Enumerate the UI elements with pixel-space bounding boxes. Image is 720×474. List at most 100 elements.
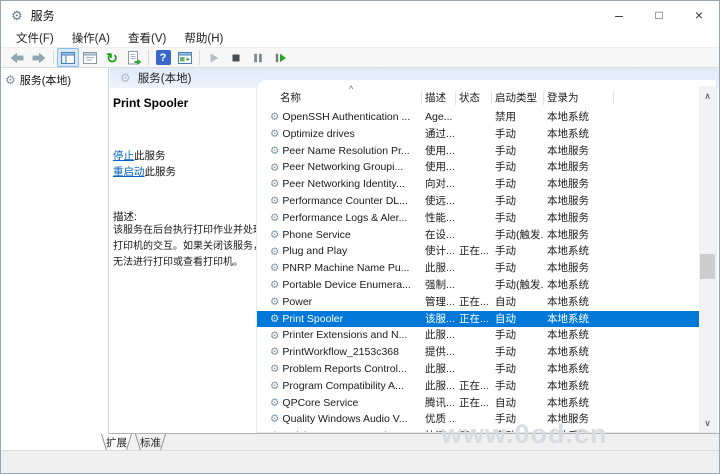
cell-startup-type: 自动	[492, 428, 544, 432]
stop-icon	[232, 54, 240, 61]
cell-startup-type: 手动	[495, 362, 516, 375]
cell-description: 性能...	[425, 211, 455, 224]
start-service-button[interactable]	[203, 48, 225, 67]
cell-logon-as: 本地服务	[547, 161, 589, 174]
toolbar-separator	[148, 50, 149, 65]
cell-startup-type: 手动	[495, 329, 516, 342]
service-gear-icon: ⚙	[270, 262, 280, 275]
show-console-tree-button[interactable]	[57, 48, 79, 67]
services-app-icon: ⚙	[11, 7, 23, 23]
table-row[interactable]: ⚙ Quality Windows Audio V... 优质 ... 手动 本地服务	[257, 411, 699, 428]
close-button[interactable]: ×	[679, 1, 719, 29]
extended-view-button[interactable]	[174, 48, 196, 67]
table-row[interactable]: ⚙ Peer Networking Identity... 向对... 手动 本地服务	[257, 176, 699, 193]
table-row[interactable]: ⚙ PrintWorkflow_2153c368 提供... 手动 本地系统	[257, 344, 699, 361]
cell-description: 该服...	[425, 312, 455, 325]
cell-service-name: ⚙ PrintWorkflow_2153c368	[257, 344, 422, 361]
tab-standard[interactable]: 标准	[134, 434, 167, 450]
refresh-button[interactable]: ↻	[101, 48, 123, 67]
restart-service-button[interactable]	[269, 48, 291, 67]
table-row[interactable]: ⚙ Printer Extensions and N... 此服... 手动 本地系统	[257, 327, 699, 344]
cell-logon-as: 本地系统	[547, 362, 589, 375]
menu-action[interactable]: 操作(A)	[63, 28, 119, 48]
stop-service-link[interactable]: 停止	[113, 150, 134, 162]
maximize-button[interactable]: □	[639, 1, 679, 29]
table-row[interactable]: ⚙ OpenSSH Authentication ... Age... 禁用 本地系统	[257, 109, 699, 126]
table-row[interactable]: ⚙ Problem Reports Control... 此服... 手动 本地系统	[257, 361, 699, 378]
table-row[interactable]: ⚙ Portable Device Enumera... 强制... 手动(触发...…	[257, 277, 699, 294]
table-row[interactable]: ⚙ QPCore Service 腾讯... 正在... 自动 本地系统	[257, 395, 699, 412]
menu-help[interactable]: 帮助(H)	[175, 28, 232, 48]
properties-icon	[83, 51, 97, 64]
scrollbar-thumb[interactable]	[700, 254, 715, 279]
column-header-logon-as[interactable]: 登录为	[544, 90, 614, 106]
scroll-down-button[interactable]: ∨	[699, 415, 716, 431]
stop-service-button[interactable]	[225, 48, 247, 67]
cell-service-name: ⚙ Phone Service	[257, 227, 422, 244]
back-button[interactable]	[6, 48, 28, 67]
header-gear-icon: ⚙	[120, 71, 131, 85]
pause-service-button[interactable]	[247, 48, 269, 67]
cell-description: 使用...	[425, 144, 455, 157]
table-row[interactable]: ⚙ Print Spooler 该服... 正在... 自动 本地系统	[257, 310, 699, 328]
service-gear-icon: ⚙	[270, 396, 280, 409]
table-row[interactable]: ⚙ Power 管理... 正在... 自动 本地系统	[257, 294, 699, 311]
properties-button[interactable]	[79, 48, 101, 67]
scroll-up-button[interactable]: ∧	[699, 88, 716, 104]
cell-service-name: ⚙ Peer Networking Identity...	[257, 176, 422, 193]
service-name-text: Quality Windows Audio V...	[282, 413, 408, 426]
export-list-button[interactable]	[123, 48, 145, 67]
cell-startup-type: 手动(触发...	[495, 278, 544, 291]
table-row[interactable]: ⚙ Plug and Play 使计... 正在... 手动 本地系统	[257, 243, 699, 260]
column-header-status[interactable]: 状态	[456, 90, 492, 106]
table-row[interactable]: ⚙ Peer Networking Groupi... 使用... 手动 本地服务	[257, 159, 699, 176]
minimize-button[interactable]: –	[599, 1, 639, 29]
menu-file[interactable]: 文件(F)	[7, 28, 63, 48]
menu-view[interactable]: 查看(V)	[119, 28, 175, 48]
cell-status: 正在...	[459, 312, 489, 325]
table-row[interactable]: ⚙ Performance Counter DL... 使远... 手动 本地服务	[257, 193, 699, 210]
table-row[interactable]: ⚙ Program Compatibility A... 此服... 正在... 手动本…	[257, 378, 699, 395]
service-gear-icon: ⚙	[270, 161, 280, 174]
cell-startup-type: 自动	[495, 295, 516, 308]
table-row[interactable]: ⚙ Performance Logs & Aler... 性能... 手动 本地服务	[257, 210, 699, 227]
cell-description: 管理...	[425, 295, 455, 308]
cell-logon-as: 本地系统	[547, 346, 589, 359]
service-name-text: PNRP Machine Name Pu...	[282, 262, 410, 275]
column-header-startup-type[interactable]: 启动类型	[492, 90, 544, 106]
cell-service-name: ⚙ Performance Counter DL...	[257, 193, 422, 210]
cell-logon-as: 本地系统	[547, 245, 589, 258]
vertical-scrollbar[interactable]: ∧ ∨	[699, 86, 716, 432]
cell-startup-type: 手动	[495, 346, 516, 359]
cell-service-name: ⚙ OpenSSH Authentication ...	[257, 109, 422, 126]
play-icon	[210, 53, 219, 62]
tree-item-services-local[interactable]: ⚙ 服务(本地)	[1, 68, 108, 91]
table-row[interactable]: ⚙ PNRP Machine Name Pu... 此服... 手动 本地服务	[257, 260, 699, 277]
cell-startup-type: 手动	[495, 262, 516, 275]
service-gear-icon: ⚙	[270, 111, 280, 124]
table-row[interactable]: ⚙Quick See Images Helpe...快速...正在...自动本地…	[257, 428, 699, 432]
cell-service-name: ⚙ Peer Name Resolution Pr...	[257, 143, 422, 160]
cell-status: 正在...	[459, 295, 489, 308]
help-button[interactable]: ?	[152, 48, 174, 67]
menubar: 文件(F) 操作(A) 查看(V) 帮助(H)	[1, 29, 719, 47]
column-header-description[interactable]: 描述	[422, 90, 456, 106]
tab-extended[interactable]: 扩展	[100, 434, 133, 450]
restart-icon	[275, 53, 286, 62]
cell-logon-as: 本地系统	[547, 329, 589, 342]
service-name-text: Peer Networking Identity...	[282, 178, 405, 191]
services-window: ⚙ 服务 – □ × 文件(F) 操作(A) 查看(V) 帮助(H) ↻ ? ⚙…	[0, 0, 720, 474]
restart-service-link[interactable]: 重启动	[113, 166, 145, 178]
table-row[interactable]: ⚙ Peer Name Resolution Pr... 使用... 手动 本地服务	[257, 143, 699, 160]
table-row[interactable]: ⚙ Optimize drives 通过... 手动 本地系统	[257, 126, 699, 143]
cell-logon-as: 本地系统	[544, 428, 614, 432]
cell-logon-as: 本地系统	[547, 295, 589, 308]
cell-startup-type: 手动	[495, 161, 516, 174]
cell-service-name: ⚙ Optimize drives	[257, 126, 422, 143]
service-name-text: Quick See Images Helpe...	[282, 428, 407, 432]
cell-logon-as: 本地服务	[547, 228, 589, 241]
table-row[interactable]: ⚙ Phone Service 在设... 手动(触发... 本地服务	[257, 227, 699, 244]
forward-button[interactable]	[28, 48, 50, 67]
cell-description: Age...	[425, 111, 453, 123]
column-header-name[interactable]: 名称	[257, 90, 422, 106]
